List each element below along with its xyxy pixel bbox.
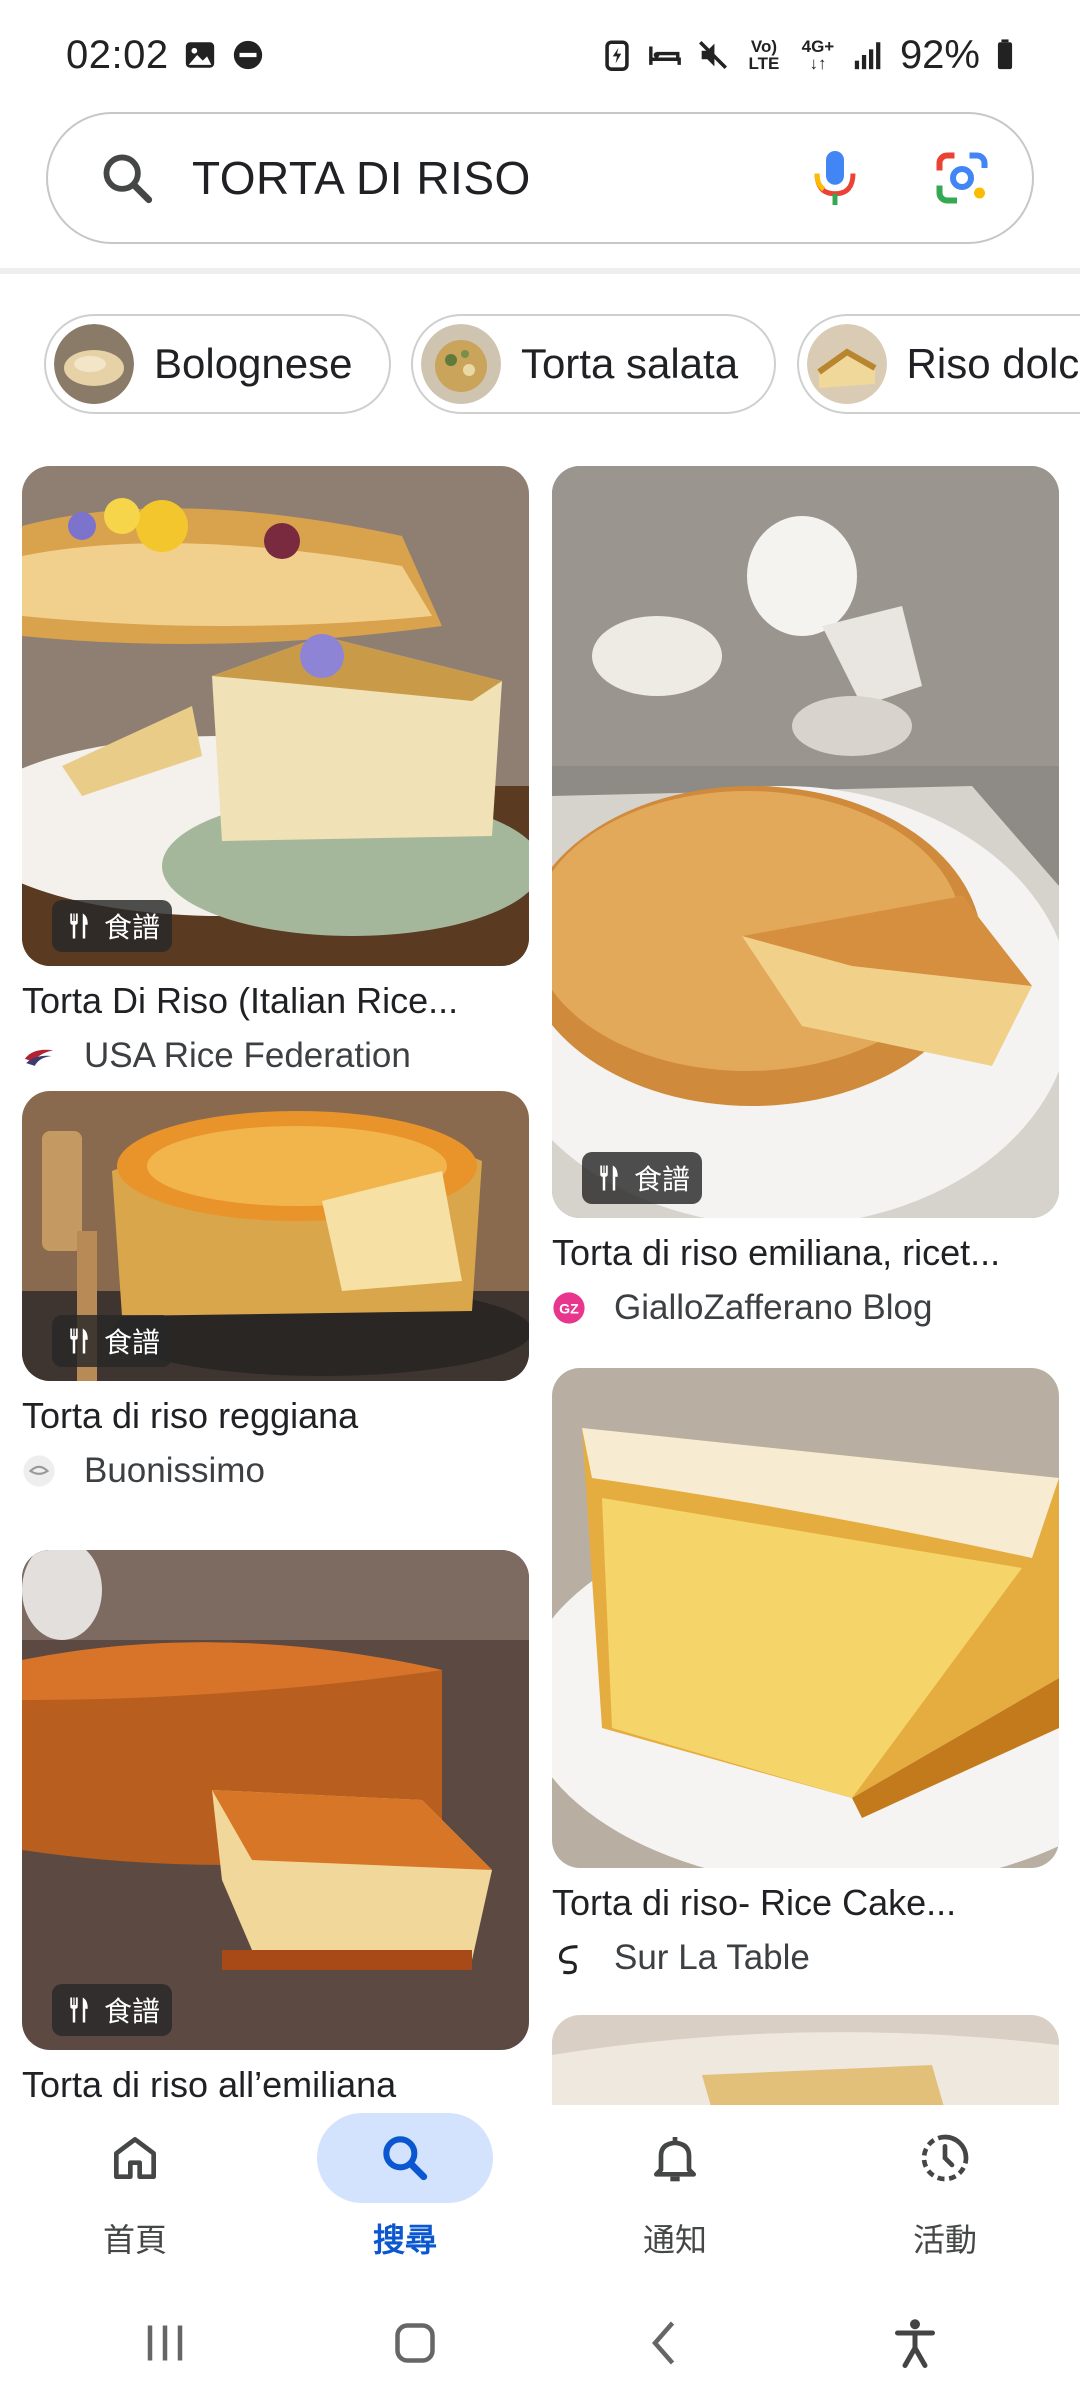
recipe-badge: 食譜 [52, 900, 173, 952]
utensils-icon [70, 913, 88, 939]
result-title[interactable]: Torta di riso emiliana, ricet... [552, 1232, 1059, 1274]
status-right: Vo) LTE 4G+ ↓↑ 92% [600, 33, 1016, 78]
recent-apps-icon[interactable] [135, 2313, 195, 2373]
result-source[interactable]: Sur La Table [552, 1938, 1059, 1978]
search-bar[interactable]: TORTA DI RISO [46, 112, 1034, 244]
result-image[interactable]: 食譜 [22, 466, 529, 966]
recipe-badge: 食譜 [52, 1984, 173, 2036]
result-card[interactable]: 食譜 Torta di riso emiliana, ricet... GZ G… [552, 466, 1059, 1328]
result-title[interactable]: Torta di riso reggiana [22, 1395, 529, 1437]
volte-icon: Vo) LTE [748, 37, 780, 73]
result-image[interactable]: 食譜 [552, 466, 1059, 1218]
search-icon [383, 2136, 428, 2181]
sur-la-table-favicon [558, 1945, 578, 1975]
result-card[interactable]: Torta di riso- Rice Cake... Sur La Table [552, 1368, 1059, 1978]
result-title[interactable]: Torta di riso- Rice Cake... [552, 1882, 1059, 1924]
result-title[interactable]: Torta Di Riso (Italian Rice... [22, 980, 529, 1022]
battery-percent: 92% [899, 32, 980, 77]
chip-thumbnail [54, 324, 134, 404]
home-button-icon[interactable] [385, 2313, 445, 2373]
back-icon[interactable] [635, 2313, 695, 2373]
nav-activity[interactable]: 活動 [810, 2105, 1080, 2285]
result-card[interactable]: 食譜 Torta di riso reggiana Buonissimo [22, 1091, 529, 1491]
buonissimo-favicon [23, 1455, 55, 1487]
result-source[interactable]: Buonissimo [22, 1451, 529, 1491]
chip-thumbnail [420, 324, 501, 404]
result-source[interactable]: GZ GialloZafferano Blog [552, 1288, 1059, 1328]
battery-icon [994, 38, 1016, 72]
nav-notifications[interactable]: 通知 [540, 2105, 810, 2285]
mic-icon[interactable] [808, 146, 862, 210]
bottom-navigation: 首頁 搜尋 通知 活動 [0, 2105, 1080, 2285]
utensils-icon [70, 1997, 88, 2023]
chip-riso-dolce[interactable]: Riso dolce [796, 314, 1080, 414]
result-image[interactable]: 食譜 [22, 1091, 529, 1381]
utensils-icon [600, 1165, 618, 1191]
search-input[interactable]: TORTA DI RISO [192, 151, 808, 205]
usa-rice-favicon [24, 1049, 54, 1066]
utensils-icon [70, 1328, 88, 1354]
search-icon [103, 154, 153, 204]
result-card[interactable] [552, 2015, 1059, 2105]
gallery-notification-icon [183, 38, 217, 72]
chip-thumbnail [806, 324, 887, 404]
result-image[interactable] [552, 1368, 1059, 1868]
nav-home[interactable]: 首頁 [0, 2105, 270, 2285]
do-not-disturb-icon [231, 38, 265, 72]
activity-icon [921, 2134, 969, 2182]
svg-text:GZ: GZ [559, 1302, 579, 1318]
sleep-mode-icon [648, 38, 682, 72]
recipe-badge: 食譜 [52, 1315, 173, 1367]
home-icon [114, 2137, 157, 2179]
mute-icon [696, 38, 730, 72]
related-chips: Bolognese Torta salata Riso dolce [44, 314, 1080, 416]
result-card[interactable]: 食譜 Torta di riso all’emiliana [22, 1550, 529, 2105]
divider [0, 268, 1080, 274]
result-image[interactable]: 食譜 [22, 1550, 529, 2050]
accessibility-icon[interactable] [885, 2313, 945, 2373]
bell-icon [654, 2137, 696, 2182]
result-source[interactable]: USA Rice Federation [22, 1036, 529, 1076]
chip-bolognese[interactable]: Bolognese [44, 314, 391, 414]
giallozafferano-favicon: GZ [553, 1292, 585, 1324]
recipe-badge: 食譜 [582, 1152, 703, 1204]
nav-search[interactable]: 搜尋 [270, 2105, 540, 2285]
signal-icon [852, 38, 886, 72]
clock: 02:02 [66, 32, 169, 77]
result-image[interactable] [552, 2015, 1059, 2105]
result-title[interactable]: Torta di riso all’emiliana [22, 2064, 529, 2105]
lens-icon[interactable] [932, 148, 992, 208]
image-results-grid: 食譜 Torta Di Riso (Italian Rice... USA Ri… [0, 440, 1080, 2105]
chip-torta-salata[interactable]: Torta salata [410, 314, 777, 414]
network-type-icon: 4G+ ↓↑ [801, 37, 835, 73]
status-bar: 02:02 Vo) LTE 4G+ ↓↑ 92% [0, 0, 1080, 110]
status-left: 02:02 [66, 33, 265, 78]
system-navigation [0, 2285, 1080, 2400]
result-card[interactable]: 食譜 Torta Di Riso (Italian Rice... USA Ri… [22, 466, 529, 1076]
battery-saver-icon [600, 38, 634, 72]
